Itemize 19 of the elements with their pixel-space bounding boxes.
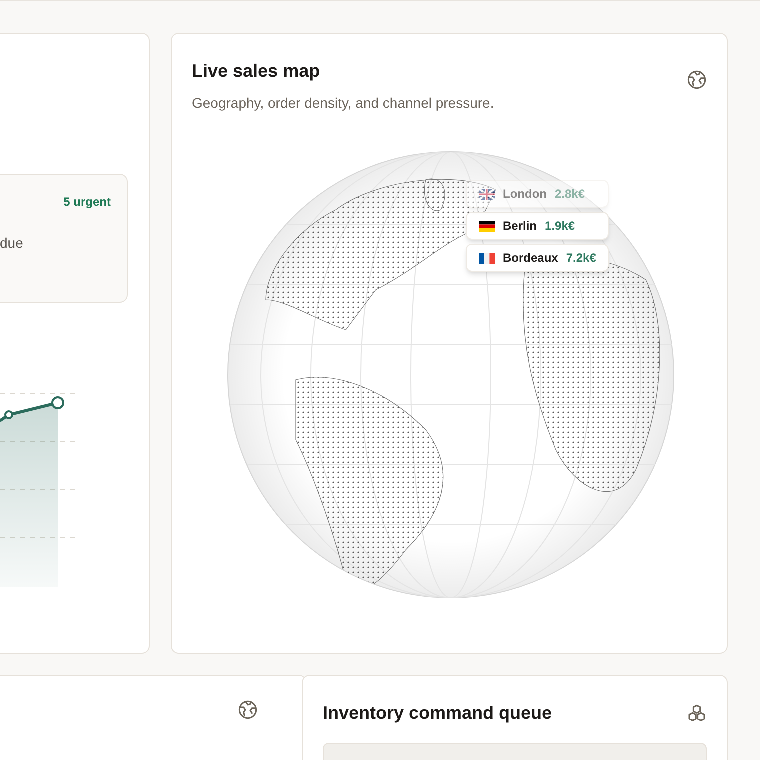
sales-marker[interactable]: Bordeaux 7.2k€ — [466, 244, 610, 272]
card-subtitle: Geography, order density, and channel pressure. — [192, 94, 494, 113]
flag-icon — [479, 252, 495, 264]
globe-icon — [687, 70, 707, 90]
flag-icon — [479, 220, 495, 232]
sales-value: 1.9k€ — [545, 218, 576, 235]
globe-icon — [238, 700, 258, 720]
alert-text: due — [0, 234, 24, 253]
sales-value: 2.8k€ — [554, 186, 586, 203]
sales-value: 7.2k€ — [566, 250, 596, 267]
city-name: Bordeaux — [503, 250, 558, 267]
boxes-icon — [687, 704, 707, 724]
card-title: Inventory command queue — [323, 702, 552, 725]
urgent-count: 5 urgent — [64, 194, 111, 211]
sales-marker[interactable]: Berlin 1.9k€ — [466, 212, 610, 240]
flag-icon — [479, 188, 495, 200]
city-name: London — [503, 186, 547, 203]
card-title: Live sales map — [192, 60, 322, 83]
city-name: Berlin — [503, 218, 538, 235]
